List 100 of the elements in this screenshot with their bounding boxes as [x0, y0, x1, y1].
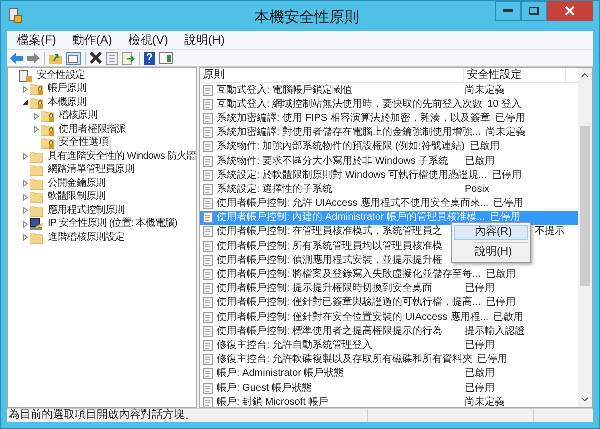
- tree-item[interactable]: 公開金鑰原則: [46, 176, 108, 191]
- setting-value: 尚未定義: [484, 126, 527, 140]
- tree-item[interactable]: 安全性選項: [57, 136, 111, 150]
- context-menu-item[interactable]: 內容(R): [454, 225, 528, 240]
- policy-name[interactable]: 使用者帳戶控制: 標準使用者之提高權限提示的行為: [217, 326, 443, 337]
- policy-name[interactable]: 使用者帳戶控制: 僅針對已簽章與驗證過的可執行檔，提高...: [217, 297, 481, 308]
- setting-value: 已停用: [491, 168, 524, 183]
- tree-item[interactable]: 本機原則: [46, 96, 88, 110]
- expand-triangle-icon[interactable]: [32, 126, 40, 134]
- expand-triangle-icon[interactable]: [32, 112, 40, 120]
- status-text: 為目前的選取項目開啟內容對話方塊。: [8, 408, 197, 424]
- expand-triangle-icon[interactable]: [22, 220, 28, 228]
- scroll-thumb[interactable]: [580, 126, 590, 286]
- policy-item-icon: [203, 156, 214, 167]
- tree-item[interactable]: 稽核原則: [57, 109, 100, 124]
- menu-item[interactable]: 說明(H): [178, 31, 231, 49]
- tree-item[interactable]: 進階稽核原則設定: [46, 230, 127, 245]
- policy-item-icon: [203, 240, 214, 252]
- expand-triangle-icon[interactable]: [22, 207, 28, 214]
- pane-toggle-icon[interactable]: [66, 52, 81, 64]
- policy-name[interactable]: 系統設定: 於軟體限制原則對 Windows 可執行檔使用憑證規...: [217, 170, 488, 181]
- setting-value: 已啟用: [468, 140, 501, 154]
- policy-name[interactable]: 系統加密編譯: 使用 FIPS 相容演算法於加密，雜湊，以及簽章: [217, 112, 490, 124]
- setting-value: 已啟用: [464, 367, 496, 382]
- policy-name[interactable]: 修復主控台: 允許軟碟複製以及存取所有磁碟和所有資料夾: [217, 354, 473, 366]
- folder-icon: [30, 191, 44, 204]
- window-title: 本機安全性原則: [254, 8, 360, 28]
- setting-value: 已停用: [464, 282, 496, 296]
- folder-icon: [30, 178, 44, 190]
- policy-name[interactable]: 使用者帳戶控制: 在管理員核准模式，系統管理員之: [217, 226, 443, 238]
- tree-item[interactable]: 帳戶原則: [46, 82, 88, 96]
- tree-item[interactable]: 具有進階安全性的 Windows 防火牆: [46, 150, 196, 164]
- expand-triangle-icon[interactable]: [22, 86, 28, 93]
- policy-name[interactable]: 使用者帳戶控制: 偵測應用程式安裝，並提示提升權: [217, 254, 443, 266]
- policy-name[interactable]: 修復主控台: 允許自動系統管理登入: [217, 340, 373, 351]
- context-menu-item[interactable]: 說明(H): [454, 245, 528, 260]
- column-header[interactable]: 安全性設定: [464, 68, 566, 82]
- setting-value: 提示輸入認證: [464, 324, 526, 339]
- collapse-triangle-icon[interactable]: [22, 99, 28, 106]
- tree-item[interactable]: 使用者權限指派: [57, 122, 128, 137]
- policy-name[interactable]: 互動式登入: 網域控制站無法使用時，要快取的先前登入次數: [217, 98, 483, 110]
- expand-triangle-icon[interactable]: [22, 180, 28, 188]
- forward-arrow-icon[interactable]: [27, 52, 40, 64]
- policy-name[interactable]: 帳戶: 封鎖 Microsoft 帳戶: [217, 396, 329, 407]
- policy-name[interactable]: 系統加密編譯: 對使用者儲存在電腦上的金鑰強制使用增強...: [217, 127, 481, 138]
- setting-value: 不提示: [534, 225, 566, 240]
- menu-item[interactable]: 動作(A): [66, 31, 118, 49]
- tree-item[interactable]: 軟體限制原則: [46, 190, 108, 204]
- policy-item-icon: [203, 141, 214, 152]
- policy-name[interactable]: 使用者帳戶控制: 所有系統管理員均以管理員核准模: [217, 240, 443, 252]
- policy-name[interactable]: 系統設定: 選擇性的子系統: [217, 184, 333, 195]
- policy-item-icon: [203, 354, 214, 366]
- folder-up-icon[interactable]: [49, 52, 62, 64]
- policy-item-icon: [203, 254, 214, 266]
- column-header[interactable]: 原則: [200, 68, 464, 82]
- export-icon[interactable]: [122, 52, 135, 64]
- action-pane-icon[interactable]: [159, 52, 173, 64]
- policy-name[interactable]: 系統物件: 要求不區分大小寫用於非 Windows 子系統: [217, 156, 449, 167]
- setting-value: 已停用: [476, 353, 509, 368]
- close-button[interactable]: [547, 1, 593, 21]
- policy-item-icon: [203, 212, 214, 224]
- menu-item[interactable]: 檔案(F): [11, 31, 62, 49]
- minimize-button[interactable]: [495, 1, 521, 21]
- maximize-button[interactable]: [521, 1, 547, 21]
- policy-item-icon: [203, 198, 214, 210]
- menu-item[interactable]: 檢視(V): [122, 31, 174, 49]
- policy-item-icon: [203, 368, 214, 380]
- policy-name[interactable]: 使用者帳戶控制: 允許 UIAccess 應用程式不使用安全桌面來...: [217, 198, 489, 210]
- policy-item-icon: [203, 312, 214, 323]
- policy-name[interactable]: 互動式登入: 電腦帳戶鎖定閾值: [217, 84, 353, 96]
- tree-item[interactable]: 安全性設定: [35, 68, 88, 83]
- locked-folder-icon: [41, 110, 55, 122]
- policy-item-icon: [203, 283, 214, 294]
- scrollbar[interactable]: [578, 68, 592, 407]
- policy-name: 使用者帳戶控制: 內建的 Administrator 帳戶的管理員核准模...: [217, 212, 486, 224]
- expand-triangle-icon[interactable]: [22, 234, 28, 242]
- policy-name[interactable]: 使用者帳戶控制: 僅針對在安全位置安裝的 UIAccess 應用程...: [217, 312, 489, 323]
- setting-value: 已停用: [492, 197, 525, 212]
- policy-name[interactable]: 使用者帳戶控制: 提示提升權限時切換到安全桌面: [217, 283, 433, 294]
- policy-item-icon: [203, 170, 214, 181]
- policy-item-icon: [203, 127, 214, 138]
- policy-name[interactable]: 系統物件: 加強內部系統物件的預設權限 (例如:符號連結): [217, 141, 465, 152]
- tree-item[interactable]: 應用程式控制原則: [46, 204, 127, 218]
- policy-item-icon: [203, 269, 214, 280]
- tree-item[interactable]: IP 安全性原則 (位置: 本機電腦): [46, 217, 180, 232]
- policy-name[interactable]: 使用者帳戶控制: 將檔案及登錄寫入失敗虛擬化並儲存至每...: [217, 269, 481, 280]
- help-icon[interactable]: [144, 52, 155, 64]
- tree-item[interactable]: 網路清單管理員原則: [46, 163, 136, 178]
- policy-item-icon: [203, 226, 214, 238]
- policy-item-icon: [203, 184, 214, 195]
- policy-name[interactable]: 帳戶: Administrator 帳戶狀態: [217, 368, 344, 380]
- policy-name[interactable]: 帳戶: Guest 帳戶狀態: [217, 382, 312, 394]
- folder-icon: [30, 204, 44, 217]
- locked-folder-icon: [30, 96, 44, 109]
- expand-triangle-icon[interactable]: [22, 153, 28, 160]
- expand-triangle-icon[interactable]: [22, 194, 28, 201]
- back-arrow-icon[interactable]: [10, 52, 23, 64]
- delete-icon[interactable]: [90, 52, 102, 64]
- setting-value: 已啟用: [484, 268, 517, 282]
- policy-item-icon: [203, 297, 214, 308]
